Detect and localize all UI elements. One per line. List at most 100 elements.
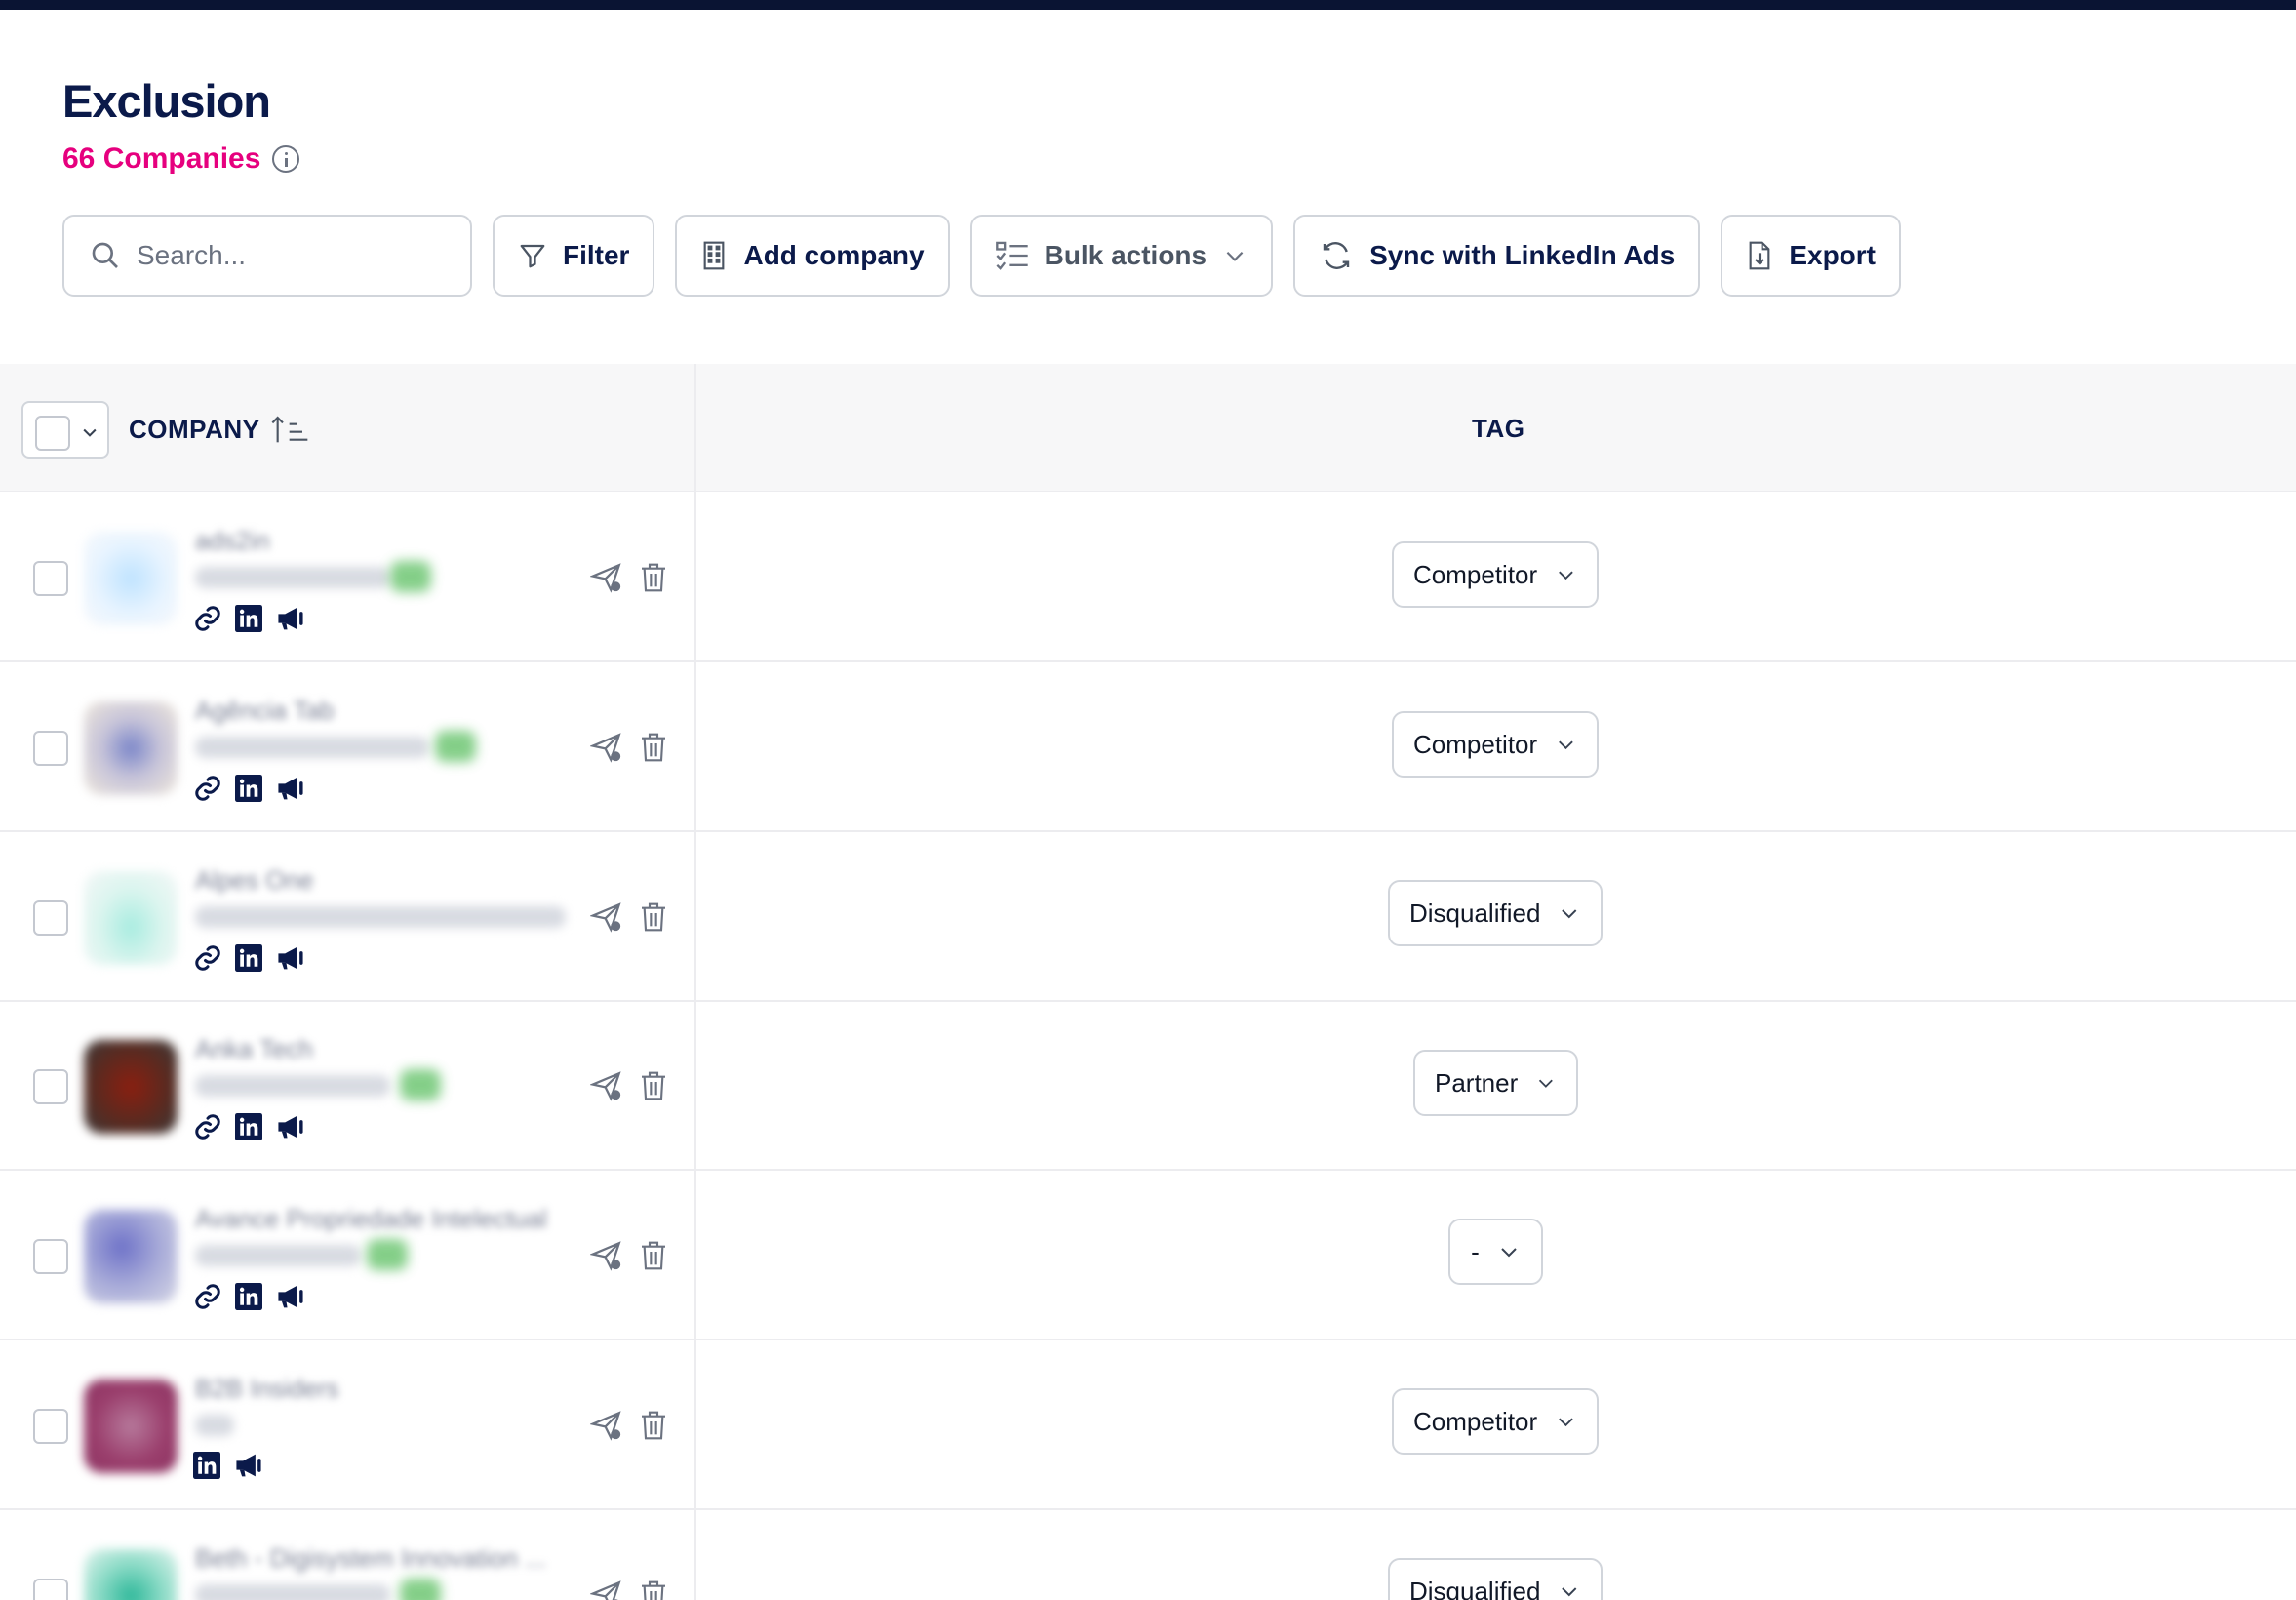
- row-checkbox[interactable]: [33, 1409, 68, 1444]
- filter-button[interactable]: Filter: [493, 215, 655, 297]
- trash-icon[interactable]: [639, 1410, 668, 1441]
- chevron-down-icon: [1559, 571, 1573, 580]
- megaphone-icon[interactable]: [275, 1283, 306, 1310]
- tag-dropdown[interactable]: Competitor: [1392, 541, 1599, 608]
- file-download-icon: [1749, 241, 1770, 270]
- add-company-label: Add company: [743, 240, 925, 270]
- linkedin-icon[interactable]: [235, 1113, 262, 1140]
- tag-dropdown[interactable]: Partner: [1413, 1050, 1578, 1116]
- table-row: Beth - Digisystem Innovation ... Disqual…: [0, 1510, 2296, 1600]
- trash-icon[interactable]: [639, 901, 668, 933]
- website-link-icon[interactable]: [193, 604, 222, 633]
- sort-ascending-icon[interactable]: [271, 414, 310, 445]
- linkedin-icon[interactable]: [235, 1283, 262, 1310]
- linkedin-icon[interactable]: [235, 605, 262, 632]
- tag-value: -: [1471, 1236, 1480, 1266]
- company-name[interactable]: Alpes One: [195, 865, 313, 896]
- add-company-button[interactable]: Add company: [675, 215, 950, 297]
- export-button[interactable]: Export: [1721, 215, 1902, 297]
- table-row: B2B Insiders Competitor: [0, 1340, 2296, 1510]
- send-icon[interactable]: [590, 561, 623, 594]
- trash-icon[interactable]: [639, 1070, 668, 1101]
- sync-linkedin-button[interactable]: Sync with LinkedIn Ads: [1293, 215, 1701, 297]
- linkedin-icon[interactable]: [235, 944, 262, 972]
- company-logo: [84, 1210, 178, 1303]
- linkedin-icon[interactable]: [235, 775, 262, 802]
- megaphone-icon[interactable]: [275, 605, 306, 632]
- chevron-down-icon: [1559, 740, 1573, 750]
- company-logo: [84, 1549, 178, 1600]
- row-actions: [590, 731, 668, 764]
- tag-dropdown[interactable]: Competitor: [1392, 1388, 1599, 1455]
- row-checkbox[interactable]: [33, 731, 68, 766]
- toolbar: Search... Filter Add company Bulk action…: [62, 215, 1902, 297]
- company-name[interactable]: Agência Tab: [195, 696, 335, 726]
- company-name[interactable]: Anka Tech: [195, 1034, 313, 1064]
- row-checkbox[interactable]: [33, 1239, 68, 1274]
- send-icon[interactable]: [590, 731, 623, 764]
- table-row: Agência Tab Competitor: [0, 662, 2296, 832]
- column-header-company[interactable]: COMPANY: [129, 414, 310, 445]
- megaphone-icon[interactable]: [275, 944, 306, 972]
- chevron-down-icon: [1501, 1248, 1517, 1258]
- table-row: Alpes One Disqualified: [0, 832, 2296, 1002]
- company-details: [195, 567, 390, 588]
- row-checkbox[interactable]: [33, 1069, 68, 1104]
- trash-icon[interactable]: [639, 732, 668, 763]
- status-badge: [390, 561, 431, 592]
- row-actions: [590, 1579, 668, 1600]
- status-badge: [400, 1069, 441, 1100]
- trash-icon[interactable]: [639, 1580, 668, 1600]
- select-all-checkbox[interactable]: [35, 416, 70, 451]
- website-link-icon[interactable]: [193, 943, 222, 973]
- megaphone-icon[interactable]: [275, 775, 306, 802]
- send-icon[interactable]: [590, 1409, 623, 1442]
- megaphone-icon[interactable]: [233, 1452, 264, 1479]
- send-icon[interactable]: [590, 1069, 623, 1102]
- tag-value: Competitor: [1413, 1406, 1538, 1436]
- page-title: Exclusion: [62, 75, 271, 127]
- website-link-icon[interactable]: [193, 1112, 222, 1141]
- tag-dropdown[interactable]: -: [1448, 1219, 1543, 1285]
- checklist-icon: [995, 241, 1028, 270]
- table-row: ads2in Competitor: [0, 493, 2296, 662]
- website-link-icon[interactable]: [193, 1282, 222, 1311]
- company-details: [195, 1245, 361, 1266]
- chevron-down-icon: [1562, 1587, 1577, 1597]
- search-input[interactable]: Search...: [62, 215, 472, 297]
- info-icon[interactable]: [272, 145, 300, 173]
- company-name[interactable]: Avance Propriedade Intelectual: [195, 1204, 547, 1234]
- top-bar: [0, 0, 2296, 10]
- send-icon[interactable]: [590, 1579, 623, 1600]
- table-row: Anka Tech Partner: [0, 1001, 2296, 1171]
- row-checkbox[interactable]: [33, 1579, 68, 1600]
- row-checkbox[interactable]: [33, 561, 68, 596]
- bulk-actions-dropdown[interactable]: Bulk actions: [970, 215, 1274, 297]
- company-name[interactable]: ads2in: [195, 526, 270, 556]
- filter-label: Filter: [563, 240, 630, 270]
- chevron-down-icon: [1539, 1079, 1554, 1088]
- row-actions: [590, 900, 668, 934]
- tag-dropdown[interactable]: Disqualified: [1388, 1558, 1603, 1600]
- trash-icon[interactable]: [639, 562, 668, 593]
- company-links: [193, 604, 306, 633]
- company-name[interactable]: B2B Insiders: [195, 1374, 338, 1404]
- tag-dropdown[interactable]: Disqualified: [1388, 880, 1603, 946]
- send-icon[interactable]: [590, 1239, 623, 1272]
- chevron-down-icon: [1226, 251, 1244, 261]
- column-company-label: COMPANY: [129, 414, 260, 444]
- company-logo: [84, 1040, 178, 1134]
- company-name[interactable]: Beth - Digisystem Innovation ...: [195, 1543, 546, 1574]
- sync-icon: [1323, 242, 1350, 269]
- linkedin-icon[interactable]: [193, 1452, 220, 1479]
- company-logo: [84, 871, 178, 965]
- trash-icon[interactable]: [639, 1240, 668, 1271]
- row-checkbox[interactable]: [33, 900, 68, 936]
- tag-dropdown[interactable]: Competitor: [1392, 711, 1599, 778]
- megaphone-icon[interactable]: [275, 1113, 306, 1140]
- website-link-icon[interactable]: [193, 774, 222, 803]
- select-all-dropdown[interactable]: [21, 401, 109, 459]
- status-badge: [367, 1239, 408, 1270]
- tag-value: Competitor: [1413, 729, 1538, 759]
- send-icon[interactable]: [590, 900, 623, 934]
